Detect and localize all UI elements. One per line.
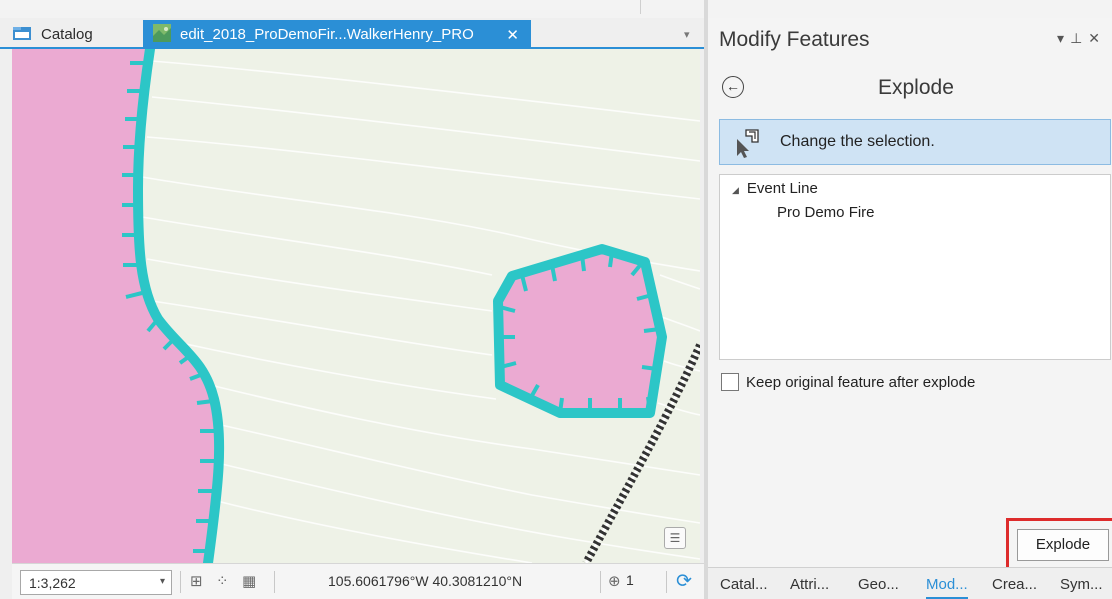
change-selection-bar[interactable]: Change the selection. <box>719 119 1111 165</box>
tree-layer-label: Event Line <box>746 180 818 197</box>
pin-icon[interactable]: ⊥ <box>1070 30 1088 46</box>
divider <box>274 571 275 593</box>
scale-value: 1:3,262 <box>29 575 76 591</box>
modify-features-pane: Modify Features ▾⊥✕ ← Explode Change the… <box>704 0 1112 599</box>
tab-map[interactable]: edit_2018_ProDemoFir...WalkerHenry_PRO ✕ <box>143 20 531 49</box>
divider <box>600 571 601 593</box>
expand-triangle-icon[interactable]: ◢ <box>732 185 739 195</box>
tab-geoprocessing[interactable]: Geo... <box>858 576 899 593</box>
map-icon <box>153 23 171 46</box>
keep-original-label: Keep original feature after explode <box>746 373 976 391</box>
map-view-area: Catalog edit_2018_ProDemoFir...WalkerHen… <box>0 0 704 599</box>
scale-selector[interactable]: 1:3,262 ▾ <box>20 570 172 595</box>
top-strip <box>704 0 1112 18</box>
explode-button[interactable]: Explode <box>1017 529 1109 561</box>
close-icon[interactable]: ✕ <box>1088 30 1106 46</box>
refresh-icon[interactable]: ⟳ <box>676 570 692 593</box>
add-grid-icon[interactable]: ⊞ <box>190 572 203 590</box>
back-button[interactable]: ← <box>722 76 744 98</box>
chevron-down-icon[interactable]: ▾ <box>684 28 690 41</box>
coordinate-readout: 105.6061796°W 40.3081210°N <box>328 573 523 589</box>
pane-controls: ▾⊥✕ <box>1057 30 1106 47</box>
catalog-icon <box>12 25 32 45</box>
change-selection-label: Change the selection. <box>780 133 935 150</box>
map-drawing <box>12 49 700 563</box>
top-strip <box>0 0 704 18</box>
pane-splitter[interactable] <box>704 0 708 599</box>
table-grid-icon[interactable]: ▦ <box>242 572 256 590</box>
tool-title: Explode <box>878 76 954 99</box>
keep-original-checkbox[interactable] <box>721 373 739 391</box>
map-canvas[interactable]: ☰ <box>12 49 700 563</box>
tab-attributes[interactable]: Attri... <box>790 576 829 593</box>
tab-modify[interactable]: Mod... <box>926 576 968 599</box>
pane-title: Modify Features <box>719 28 870 51</box>
close-icon[interactable]: ✕ <box>506 26 519 44</box>
tree-feature-item[interactable]: Pro Demo Fire <box>777 204 875 221</box>
divider <box>666 571 667 593</box>
pane-bottom-tabs: Catal... Attri... Geo... Mod... Crea... … <box>708 567 1112 599</box>
snapping-icon[interactable]: ⁘ <box>216 572 229 590</box>
selection-tree: ◢ Event Line Pro Demo Fire <box>719 174 1111 360</box>
tab-catalog-pane[interactable]: Catal... <box>720 576 768 593</box>
map-status-bar: 1:3,262 ▾ ⊞ ⁘ ▦ 105.6061796°W 40.3081210… <box>12 563 704 599</box>
tree-layer-node[interactable]: ◢ Event Line <box>732 180 818 197</box>
arrow-left-icon: ← <box>726 78 740 94</box>
tab-create[interactable]: Crea... <box>992 576 1037 593</box>
map-toolbar-icon[interactable]: ☰ <box>664 527 686 549</box>
selected-count: 1 <box>626 572 634 588</box>
tab-symbology[interactable]: Sym... <box>1060 576 1103 593</box>
document-tab-strip: Catalog edit_2018_ProDemoFir...WalkerHen… <box>0 20 704 49</box>
chevron-down-icon[interactable]: ▾ <box>1057 30 1070 46</box>
keep-original-option[interactable]: Keep original feature after explode <box>721 373 975 391</box>
selected-features-icon[interactable]: ⊕ <box>608 572 621 590</box>
chevron-down-icon[interactable]: ▾ <box>160 576 165 587</box>
tab-catalog[interactable]: Catalog <box>12 20 140 49</box>
select-cursor-icon <box>734 128 764 158</box>
tab-map-label: edit_2018_ProDemoFir...WalkerHenry_PRO <box>180 26 474 43</box>
divider <box>180 571 181 593</box>
tab-catalog-label: Catalog <box>41 26 93 43</box>
